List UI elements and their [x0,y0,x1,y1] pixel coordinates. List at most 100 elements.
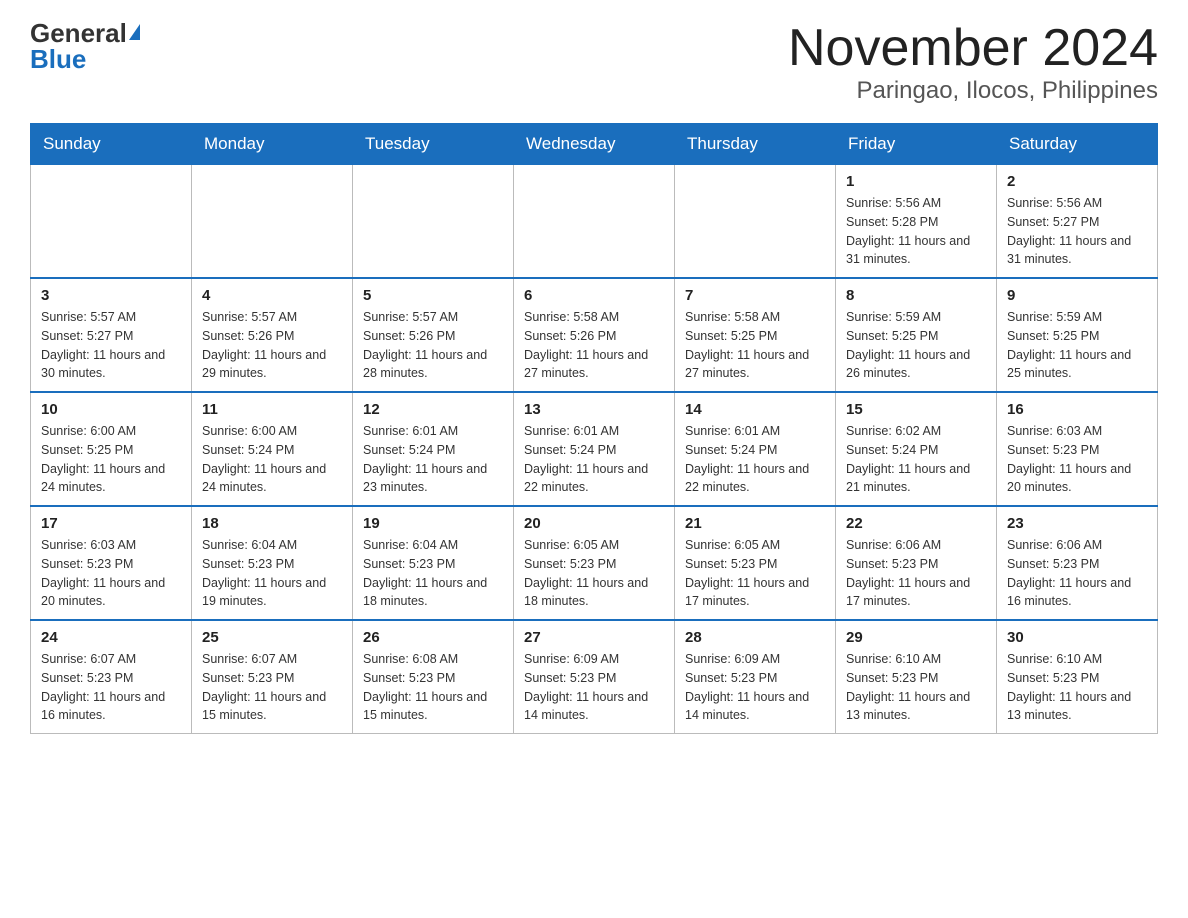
logo-general: General [30,20,127,46]
day-number: 12 [363,401,503,418]
calendar-cell: 10 Sunrise: 6:00 AMSunset: 5:25 PMDayligh… [31,392,192,506]
calendar-cell: 9 Sunrise: 5:59 AMSunset: 5:25 PMDaylight… [997,278,1158,392]
day-info: Sunrise: 5:56 AMSunset: 5:28 PMDaylight:… [846,194,986,269]
day-info: Sunrise: 6:07 AMSunset: 5:23 PMDaylight:… [202,650,342,725]
page-header: General Blue November 2024 Paringao, Ilo… [30,20,1158,105]
day-number: 1 [846,173,986,190]
day-number: 8 [846,287,986,304]
page-title: November 2024 [788,20,1158,77]
weekday-header-friday: Friday [836,124,997,165]
calendar-table: SundayMondayTuesdayWednesdayThursdayFrid… [30,123,1158,734]
day-number: 25 [202,629,342,646]
day-info: Sunrise: 6:10 AMSunset: 5:23 PMDaylight:… [846,650,986,725]
day-number: 15 [846,401,986,418]
day-number: 16 [1007,401,1147,418]
day-number: 14 [685,401,825,418]
calendar-cell [192,165,353,279]
day-info: Sunrise: 5:57 AMSunset: 5:26 PMDaylight:… [202,308,342,383]
day-number: 30 [1007,629,1147,646]
logo-blue: Blue [30,44,86,75]
week-row-4: 17Sunrise: 6:03 AMSunset: 5:23 PMDayligh… [31,506,1158,620]
day-info: Sunrise: 6:05 AMSunset: 5:23 PMDaylight:… [685,536,825,611]
calendar-cell: 29 Sunrise: 6:10 AMSunset: 5:23 PMDayligh… [836,620,997,734]
day-info: Sunrise: 6:06 AMSunset: 5:23 PMDaylight:… [846,536,986,611]
day-info: Sunrise: 5:56 AMSunset: 5:27 PMDaylight:… [1007,194,1147,269]
day-info: Sunrise: 6:00 AMSunset: 5:25 PMDaylight:… [41,422,181,497]
calendar-cell: 2 Sunrise: 5:56 AMSunset: 5:27 PMDaylight… [997,165,1158,279]
day-number: 18 [202,515,342,532]
week-row-5: 24 Sunrise: 6:07 AMSunset: 5:23 PMDayligh… [31,620,1158,734]
day-info: Sunrise: 6:05 AMSunset: 5:23 PMDaylight:… [524,536,664,611]
calendar-cell: 22 Sunrise: 6:06 AMSunset: 5:23 PMDayligh… [836,506,997,620]
title-block: November 2024 Paringao, Ilocos, Philippi… [788,20,1158,105]
day-number: 5 [363,287,503,304]
day-info: Sunrise: 6:04 AMSunset: 5:23 PMDaylight:… [202,536,342,611]
calendar-cell: 26Sunrise: 6:08 AMSunset: 5:23 PMDayligh… [353,620,514,734]
calendar-cell: 17Sunrise: 6:03 AMSunset: 5:23 PMDayligh… [31,506,192,620]
day-info: Sunrise: 6:07 AMSunset: 5:23 PMDaylight:… [41,650,181,725]
week-row-1: 1 Sunrise: 5:56 AMSunset: 5:28 PMDaylight… [31,165,1158,279]
day-number: 6 [524,287,664,304]
day-number: 23 [1007,515,1147,532]
day-number: 29 [846,629,986,646]
calendar-cell: 1 Sunrise: 5:56 AMSunset: 5:28 PMDaylight… [836,165,997,279]
day-info: Sunrise: 5:58 AMSunset: 5:25 PMDaylight:… [685,308,825,383]
weekday-header-wednesday: Wednesday [514,124,675,165]
day-info: Sunrise: 6:01 AMSunset: 5:24 PMDaylight:… [363,422,503,497]
calendar-cell: 20 Sunrise: 6:05 AMSunset: 5:23 PMDayligh… [514,506,675,620]
day-info: Sunrise: 6:02 AMSunset: 5:24 PMDaylight:… [846,422,986,497]
calendar-cell: 14 Sunrise: 6:01 AMSunset: 5:24 PMDayligh… [675,392,836,506]
day-number: 4 [202,287,342,304]
day-info: Sunrise: 6:09 AMSunset: 5:23 PMDaylight:… [524,650,664,725]
day-info: Sunrise: 6:01 AMSunset: 5:24 PMDaylight:… [685,422,825,497]
page-subtitle: Paringao, Ilocos, Philippines [788,77,1158,105]
day-info: Sunrise: 5:59 AMSunset: 5:25 PMDaylight:… [1007,308,1147,383]
day-number: 19 [363,515,503,532]
calendar-cell: 18 Sunrise: 6:04 AMSunset: 5:23 PMDayligh… [192,506,353,620]
calendar-cell: 15 Sunrise: 6:02 AMSunset: 5:24 PMDayligh… [836,392,997,506]
calendar-cell: 23 Sunrise: 6:06 AMSunset: 5:23 PMDayligh… [997,506,1158,620]
day-number: 24 [41,629,181,646]
day-number: 13 [524,401,664,418]
calendar-cell: 21 Sunrise: 6:05 AMSunset: 5:23 PMDayligh… [675,506,836,620]
calendar-cell: 30 Sunrise: 6:10 AMSunset: 5:23 PMDayligh… [997,620,1158,734]
calendar-cell [353,165,514,279]
logo: General Blue [30,20,140,75]
day-number: 3 [41,287,181,304]
day-number: 9 [1007,287,1147,304]
calendar-cell: 11 Sunrise: 6:00 AMSunset: 5:24 PMDayligh… [192,392,353,506]
day-info: Sunrise: 5:59 AMSunset: 5:25 PMDaylight:… [846,308,986,383]
day-number: 10 [41,401,181,418]
weekday-header-sunday: Sunday [31,124,192,165]
day-number: 26 [363,629,503,646]
day-info: Sunrise: 6:03 AMSunset: 5:23 PMDaylight:… [1007,422,1147,497]
day-number: 21 [685,515,825,532]
calendar-cell: 12 Sunrise: 6:01 AMSunset: 5:24 PMDayligh… [353,392,514,506]
day-info: Sunrise: 6:06 AMSunset: 5:23 PMDaylight:… [1007,536,1147,611]
day-number: 2 [1007,173,1147,190]
calendar-cell: 19 Sunrise: 6:04 AMSunset: 5:23 PMDayligh… [353,506,514,620]
weekday-header-tuesday: Tuesday [353,124,514,165]
day-info: Sunrise: 5:57 AMSunset: 5:26 PMDaylight:… [363,308,503,383]
calendar-cell: 28Sunrise: 6:09 AMSunset: 5:23 PMDayligh… [675,620,836,734]
day-number: 22 [846,515,986,532]
calendar-cell [514,165,675,279]
calendar-cell: 8 Sunrise: 5:59 AMSunset: 5:25 PMDaylight… [836,278,997,392]
day-number: 20 [524,515,664,532]
day-number: 11 [202,401,342,418]
calendar-cell: 6 Sunrise: 5:58 AMSunset: 5:26 PMDaylight… [514,278,675,392]
weekday-header-row: SundayMondayTuesdayWednesdayThursdayFrid… [31,124,1158,165]
calendar-cell: 24 Sunrise: 6:07 AMSunset: 5:23 PMDayligh… [31,620,192,734]
day-info: Sunrise: 6:10 AMSunset: 5:23 PMDaylight:… [1007,650,1147,725]
day-info: Sunrise: 6:04 AMSunset: 5:23 PMDaylight:… [363,536,503,611]
week-row-2: 3Sunrise: 5:57 AMSunset: 5:27 PMDaylight… [31,278,1158,392]
calendar-cell [31,165,192,279]
week-row-3: 10 Sunrise: 6:00 AMSunset: 5:25 PMDayligh… [31,392,1158,506]
day-info: Sunrise: 6:00 AMSunset: 5:24 PMDaylight:… [202,422,342,497]
day-info: Sunrise: 6:09 AMSunset: 5:23 PMDaylight:… [685,650,825,725]
day-number: 7 [685,287,825,304]
day-info: Sunrise: 5:58 AMSunset: 5:26 PMDaylight:… [524,308,664,383]
calendar-cell: 7 Sunrise: 5:58 AMSunset: 5:25 PMDaylight… [675,278,836,392]
day-number: 27 [524,629,664,646]
calendar-cell: 16 Sunrise: 6:03 AMSunset: 5:23 PMDayligh… [997,392,1158,506]
